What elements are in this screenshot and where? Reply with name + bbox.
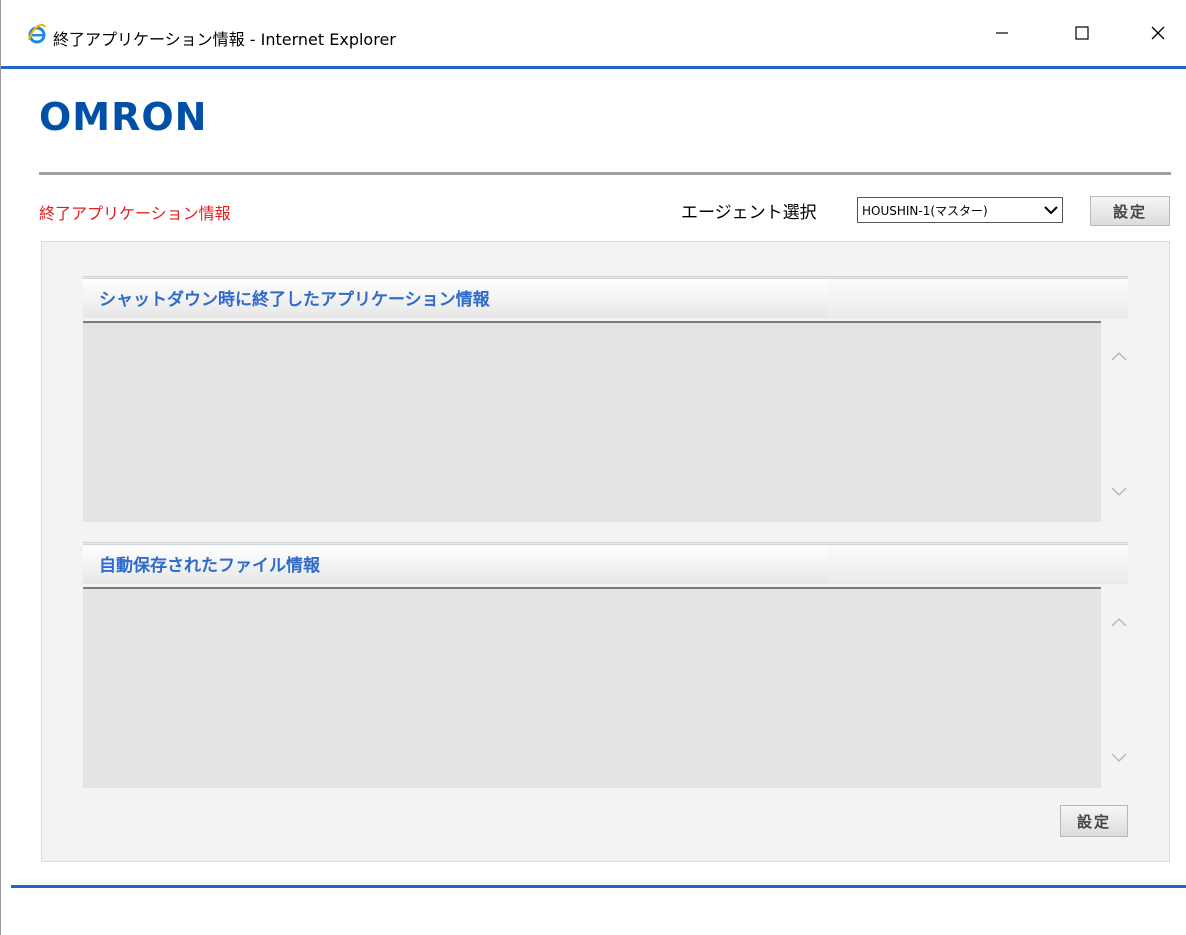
browser-window: 終了アプリケーション情報 - Internet Explorer OMRON 終… (0, 0, 1186, 935)
section-header-terminated-apps: シャットダウン時に終了したアプリケーション情報 (83, 276, 1128, 318)
agent-select[interactable]: HOUSHIN-1(マスター) (857, 197, 1063, 223)
page-heading: 終了アプリケーション情報 (39, 204, 231, 223)
internet-explorer-icon (28, 24, 46, 44)
close-button[interactable] (1135, 10, 1181, 56)
scroll-up-button[interactable] (1109, 615, 1129, 629)
chevron-down-icon (1111, 753, 1127, 763)
scroll-up-button[interactable] (1109, 349, 1129, 363)
window-title: 終了アプリケーション情報 - Internet Explorer (53, 30, 396, 49)
agent-select-value: HOUSHIN-1(マスター) (862, 203, 988, 218)
footer-divider (11, 885, 1186, 888)
maximize-icon (1075, 26, 1089, 40)
minimize-icon (996, 32, 1008, 34)
agent-select-label: エージェント選択 (681, 203, 817, 223)
maximize-button[interactable] (1059, 10, 1105, 56)
close-icon (1151, 26, 1165, 40)
autosaved-files-list[interactable] (83, 589, 1101, 788)
scroll-down-button[interactable] (1109, 751, 1129, 765)
chevron-up-icon (1111, 617, 1127, 627)
terminated-apps-list[interactable] (83, 323, 1101, 522)
set-button-top[interactable]: 設定 (1090, 196, 1170, 226)
chevron-up-icon (1111, 351, 1127, 361)
minimize-button[interactable] (979, 10, 1025, 56)
omron-logo: OMRON (39, 95, 208, 139)
title-bar[interactable]: 終了アプリケーション情報 - Internet Explorer (1, 0, 1186, 66)
section-title: 自動保存されたファイル情報 (99, 556, 320, 576)
chevron-down-icon (1040, 198, 1062, 222)
section-header-autosaved-files: 自動保存されたファイル情報 (83, 542, 1128, 584)
scroll-down-button[interactable] (1109, 485, 1129, 499)
set-button-bottom[interactable]: 設定 (1060, 805, 1128, 837)
header-divider (39, 172, 1171, 175)
section-title: シャットダウン時に終了したアプリケーション情報 (99, 290, 490, 310)
title-bar-divider (1, 66, 1186, 69)
chevron-down-icon (1111, 487, 1127, 497)
